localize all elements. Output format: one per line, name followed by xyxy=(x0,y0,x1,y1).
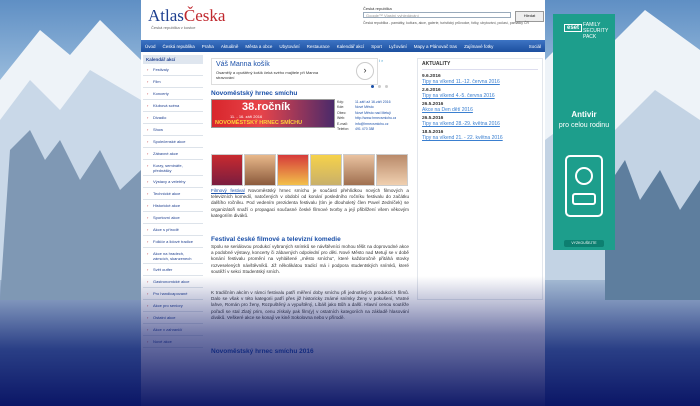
nav-item-praha[interactable]: Praha xyxy=(202,44,214,49)
sidebar-heading[interactable]: Kalendář akcí xyxy=(143,55,203,64)
eset-ad[interactable]: eset FAMILY SECURITY PACK Antivir pro ce… xyxy=(553,14,615,250)
poster-dates: 11. - 16. září 2016 xyxy=(230,114,263,119)
sidebar-item[interactable]: Show xyxy=(143,124,203,136)
eset-product: FAMILY SECURITY PACK xyxy=(583,22,609,40)
sidebar: Kalendář akcí Festivaly Film Koncerty Kl… xyxy=(143,55,203,348)
news-item: 26.5.2016 Tipy na víkend 28.-29. května 2… xyxy=(422,116,538,127)
ad-text: Osamělý a opuštěný košík čeká svého maji… xyxy=(216,70,319,80)
ad-banner-top[interactable]: Váš Manna košík Osamělý a opuštěný košík… xyxy=(211,58,378,85)
section-title: Novoměstský hrnec smíchu 2016 xyxy=(211,348,314,355)
news-link[interactable]: Tipy na víkend 4.-5. června 2016 xyxy=(422,93,538,99)
main-nav: Úvod Česká republika Praha Aktuálně Měst… xyxy=(141,40,545,52)
gallery-photo[interactable] xyxy=(376,154,408,186)
detail-row: Obec: Nové Město nad Metují xyxy=(337,110,391,115)
nav-item-mapy[interactable]: Mapy a Plánovač tras xyxy=(414,44,457,49)
sidebar-item[interactable]: Divadlo xyxy=(143,112,203,124)
sidebar-item[interactable]: Pro handicapované xyxy=(143,288,203,300)
sidebar-item[interactable]: Technické akce xyxy=(143,188,203,200)
sidebar-item[interactable]: Výstavy a veletrhy xyxy=(143,176,203,188)
sidebar-item[interactable]: Film xyxy=(143,76,203,88)
carousel-dots[interactable] xyxy=(371,85,388,88)
site-tagline: Česká republika v kostce xyxy=(151,25,196,30)
news-link[interactable]: Tipy na víkend 21. - 22. května 2016 xyxy=(422,135,538,141)
sidebar-item[interactable]: Sportovní akce xyxy=(143,212,203,224)
ad-subline: pro celou rodinu xyxy=(558,122,610,129)
poster-number: 38.ročník xyxy=(242,101,291,113)
detail-row: Web: http://www.hrnecsmichu.cz xyxy=(337,116,397,121)
section-title: Festival české filmové a televizní komed… xyxy=(211,236,341,243)
nav-item-lyzovani[interactable]: Lyžování xyxy=(389,44,407,49)
nav-item-aktualne[interactable]: Aktuálně xyxy=(221,44,239,49)
sidebar-item[interactable]: Historické akce xyxy=(143,200,203,212)
nav-item-social[interactable]: Sociál xyxy=(529,44,541,49)
news-link[interactable]: Akce na Den dětí 2016 xyxy=(422,107,538,113)
news-item: 2.6.2016 Tipy na víkend 4.-5. června 2016 xyxy=(422,88,538,99)
sidebar-item[interactable]: Ostatní akce xyxy=(143,312,203,324)
web-link[interactable]: http://www.hrnecsmichu.cz xyxy=(355,116,396,120)
nav-item-fotky[interactable]: Zajímavé fotky xyxy=(464,44,493,49)
news-panel: AKTUALITY 9.6.2016 Tipy na víkend 11.-12.… xyxy=(417,58,543,300)
news-item: 9.6.2016 Tipy na víkend 11.-12. června 20… xyxy=(422,74,538,85)
email-link[interactable]: info@hrnecsmichu.cz xyxy=(355,122,389,126)
news-item: 26.5.2016 Akce na Den dětí 2016 xyxy=(422,102,538,113)
nav-item-sport[interactable]: Sport xyxy=(371,44,382,49)
mountains-left xyxy=(0,20,141,300)
sidebar-item[interactable]: Zábavné akce xyxy=(143,148,203,160)
sidebar-item[interactable]: Svět outfer xyxy=(143,264,203,276)
search-input[interactable]: Google™ Vlastní vyhledávání xyxy=(363,12,511,18)
gallery-photo[interactable] xyxy=(343,154,375,186)
site-header: AtlasČeska Česká republika v kostce Česk… xyxy=(141,0,545,40)
gallery-photo[interactable] xyxy=(211,154,243,186)
sidebar-item[interactable]: Akce s přírodě xyxy=(143,224,203,236)
eset-logo: eset xyxy=(564,24,583,32)
gallery-photo[interactable] xyxy=(310,154,342,186)
sidebar-item[interactable]: Kurzy, semináře, přednášky xyxy=(143,160,203,176)
nav-item-restaurace[interactable]: Restaurace xyxy=(307,44,330,49)
gallery-photo[interactable] xyxy=(244,154,276,186)
news-link[interactable]: Tipy na víkend 28.-29. května 2016 xyxy=(422,121,538,127)
paragraph: K tradičním akcím v rámci festivalu patř… xyxy=(211,290,409,320)
try-button[interactable]: VYZKOUŠEJTE xyxy=(564,240,604,247)
paragraph: Spolu se seriálovou produkcí vybraných s… xyxy=(211,244,409,274)
nav-item-kalendar[interactable]: Kalendář akcí xyxy=(337,44,365,49)
festival-link[interactable]: Filmový festival xyxy=(211,188,245,193)
sidebar-item[interactable]: Klubová scéna xyxy=(143,100,203,112)
site-logo[interactable]: AtlasČeska xyxy=(148,6,225,26)
sidebar-item[interactable]: Koncerty xyxy=(143,88,203,100)
event-description: Filmový festival Novoměstský hrnec smích… xyxy=(211,188,409,218)
ad-illustration-icon xyxy=(565,155,603,217)
ad-headline: Antivir xyxy=(571,110,597,119)
nav-item-ceska-republika[interactable]: Česká republika xyxy=(163,44,195,49)
sidebar-item[interactable]: Akce na hradech, zámcích, skanzenech xyxy=(143,248,203,264)
sidebar-item[interactable]: Akce pro seniory xyxy=(143,300,203,312)
nav-item-ubytovani[interactable]: Ubytování xyxy=(279,44,299,49)
chevron-right-icon[interactable]: › xyxy=(356,62,374,80)
news-heading: AKTUALITY xyxy=(422,61,538,70)
poster-title: NOVOMĚSTSKÝ HRNEC SMÍCHU xyxy=(215,120,303,126)
news-link[interactable]: Tipy na víkend 11.-12. června 2016 xyxy=(422,79,538,85)
news-item: 18.5.2016 Tipy na víkend 21. - 22. května… xyxy=(422,130,538,141)
web-page: AtlasČeska Česká republika v kostce Česk… xyxy=(141,0,545,406)
event-poster[interactable]: 38.ročník 11. - 16. září 2016 NOVOMĚSTSK… xyxy=(211,99,335,128)
detail-row: Kdy: 11.září až 16.září 2016 xyxy=(337,100,391,104)
sidebar-item[interactable]: Festivaly xyxy=(143,64,203,76)
ad-info-icon[interactable]: i × xyxy=(379,58,383,63)
sidebar-item[interactable]: Gastronomické akce xyxy=(143,276,203,288)
sidebar-item[interactable]: Folklór a lidové tradice xyxy=(143,236,203,248)
gallery-photo[interactable] xyxy=(277,154,309,186)
detail-row: E-mail: info@hrnecsmichu.cz xyxy=(337,121,389,126)
sidebar-item[interactable]: Nové akce xyxy=(143,336,203,348)
detail-row: Kde: Nové Město xyxy=(337,105,374,110)
detail-row: Telefon: 491 470 388 xyxy=(337,126,375,131)
nav-item-mesta[interactable]: Města a obce xyxy=(245,44,272,49)
event-title: Novoměstský hrnec smíchu xyxy=(211,90,298,97)
sidebar-item[interactable]: Akce v zahraničí xyxy=(143,324,203,336)
ad-title[interactable]: Váš Manna košík xyxy=(216,61,270,68)
search-hint: Česká republika - památky, kultura, akce… xyxy=(363,21,529,25)
search-label: Česká republika xyxy=(363,6,392,11)
event-details: Kdy: 11.září až 16.září 2016 Kde: Nové Měs… xyxy=(337,100,407,132)
nav-item-uvod[interactable]: Úvod xyxy=(145,44,156,49)
sidebar-item[interactable]: Společenské akce xyxy=(143,136,203,148)
